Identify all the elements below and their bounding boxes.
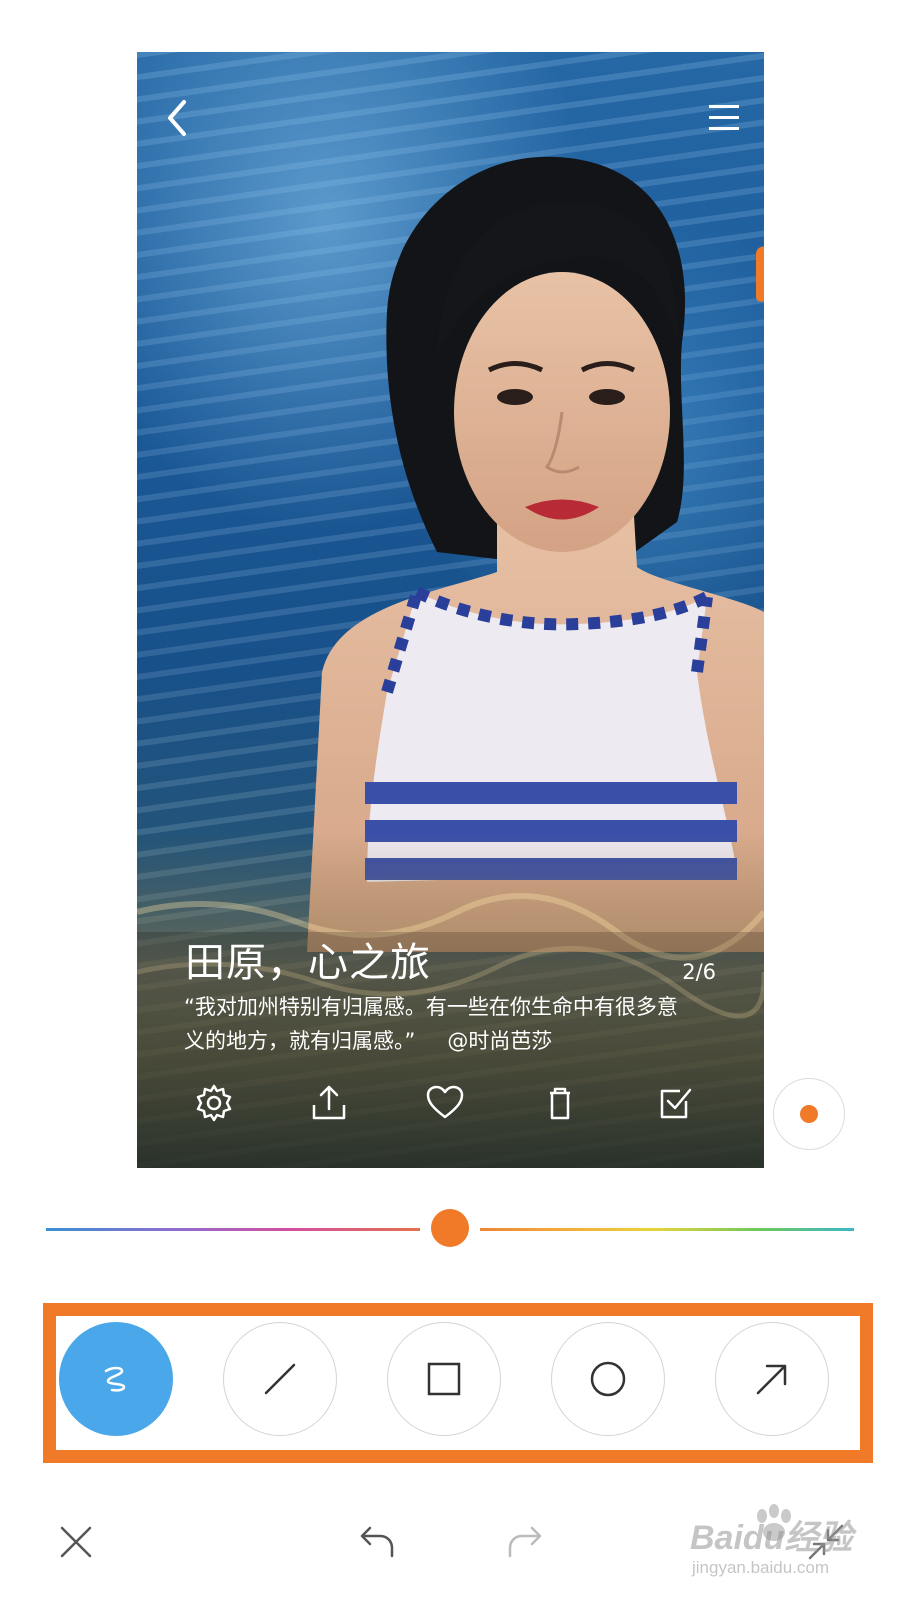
undo-button[interactable] [346,1512,406,1572]
circle-icon [590,1361,626,1397]
slider-thumb[interactable] [431,1209,469,1247]
delete-button[interactable] [535,1078,585,1128]
photo-title: 田原，心之旅 [185,940,431,986]
square-icon [427,1362,461,1396]
tool-freehand[interactable] [59,1322,173,1436]
watermark-brand: Baidu经验 [690,1519,853,1557]
checkbox-icon [660,1088,692,1119]
back-button[interactable] [149,90,205,146]
edge-pull-tab[interactable] [756,246,764,303]
arrow-icon [756,1364,787,1395]
heart-icon [426,1085,464,1119]
menu-button[interactable] [696,90,752,146]
page-counter: 2/6 [682,960,716,984]
share-button[interactable] [304,1078,354,1128]
tool-rectangle[interactable] [387,1322,501,1436]
caption-source: @时尚芭莎 [447,1029,553,1053]
close-button[interactable] [46,1512,106,1572]
tool-circle[interactable] [551,1322,665,1436]
card-action-bar [137,1068,764,1138]
baidu-jingyan-watermark: Baidu经验 jingyan.baidu.com [690,1504,880,1590]
share-upload-icon [312,1085,346,1120]
like-button[interactable] [420,1078,470,1128]
trash-icon [550,1087,570,1120]
gear-icon [196,1084,232,1122]
photo-card: 田原，心之旅 2/6 “我对加州特别有归属感。有一些在你生命中有很多意 义的地方… [137,52,764,1168]
close-icon [60,1526,92,1558]
hamburger-menu-icon [709,105,739,130]
undo-icon [360,1526,394,1558]
redo-icon [508,1526,542,1558]
record-dot-icon [800,1105,818,1123]
watermark-site: jingyan.baidu.com [692,1558,830,1577]
redo-button[interactable] [496,1512,556,1572]
chevron-left-icon [168,100,186,136]
caption-line-1: “我对加州特别有归属感。有一些在你生命中有很多意 [184,995,678,1019]
caption-quote-end: 义的地方，就有归属感。” [184,1029,416,1053]
line-icon [264,1363,296,1395]
caption-line-2: 义的地方，就有归属感。” @时尚芭莎 [184,1024,724,1058]
select-button[interactable] [651,1078,701,1128]
scribble-icon [104,1366,126,1392]
photo-caption: “我对加州特别有归属感。有一些在你生命中有很多意 义的地方，就有归属感。” @时尚… [184,990,724,1058]
settings-button[interactable] [189,1078,239,1128]
tool-arrow[interactable] [715,1322,829,1436]
tool-line[interactable] [223,1322,337,1436]
record-button[interactable] [773,1078,845,1150]
